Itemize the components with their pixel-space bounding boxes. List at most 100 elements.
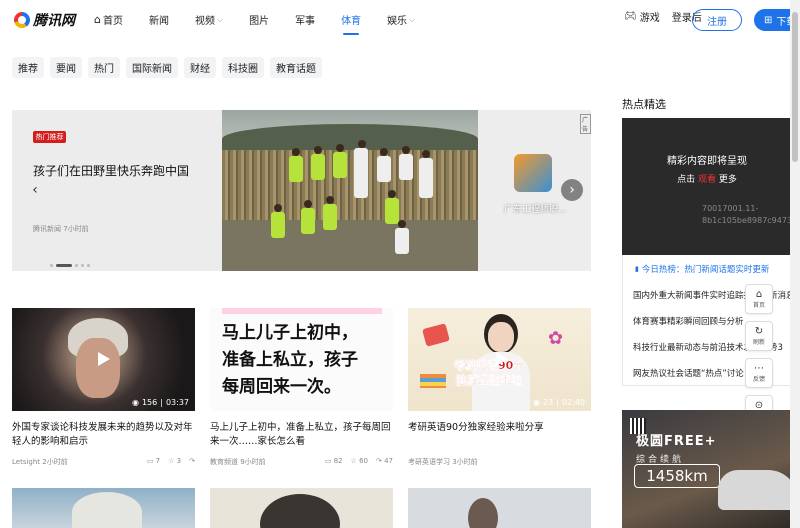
- card-counts: ▭ 7 ☆ 3 ↷: [147, 457, 195, 467]
- float-feedback-button[interactable]: ⋯ 反馈: [745, 358, 773, 388]
- photo-ground: [222, 220, 478, 271]
- card-thumbnail-partial[interactable]: [210, 488, 393, 528]
- stat-divider: |: [556, 398, 559, 407]
- photo-figure: [377, 156, 391, 182]
- nav-label: 图片: [249, 16, 270, 27]
- share-count[interactable]: ↷ 47: [376, 457, 393, 467]
- ad-code: 70017001.11- 8b1c105be8987c947397eda7: [702, 204, 800, 225]
- register-button[interactable]: 注册: [692, 9, 742, 31]
- thumb-face: [76, 338, 120, 398]
- carousel-dot-active[interactable]: [56, 264, 72, 267]
- card-thumbnail[interactable]: ✿ 考研英语90分 独家经验来啦 ◉ 23 | 02:40: [408, 308, 591, 411]
- carousel-dots: [50, 264, 90, 267]
- card-thumbnail[interactable]: ◉ 156 | 03:37: [12, 308, 195, 411]
- card-title[interactable]: 马上儿子上初中，准备上私立，孩子每周回来一次……家长怎么看: [210, 421, 393, 449]
- banner-photo[interactable]: [222, 110, 478, 271]
- nav-video[interactable]: 视频 ⌵: [195, 12, 224, 28]
- hot-list-head[interactable]: ▮ 今日热榜：热门新闻话题实时更新: [631, 263, 769, 275]
- play-icon: [496, 352, 508, 366]
- nav-news[interactable]: 新闻: [149, 12, 169, 27]
- photo-figure: [326, 196, 334, 204]
- car-shape: [718, 470, 792, 510]
- card-source: 考研英语学习 3小时前: [408, 458, 478, 466]
- ad-line1: 精彩内容即将呈现: [667, 156, 747, 167]
- nav-pics[interactable]: 图片: [249, 12, 269, 27]
- tag-item[interactable]: 教育话题: [270, 57, 322, 78]
- header: 腾讯网 ⌂ 首页 新闻 视频 ⌵ 图片 军事 体育 娱乐 ⌵ 🎮︎ 游戏 登录后 注册 …: [0, 0, 800, 40]
- eye-icon: ◉: [533, 398, 541, 407]
- share-icon[interactable]: ↷: [189, 457, 195, 467]
- photo-figure: [304, 200, 312, 208]
- comment-icon: ▭: [324, 457, 334, 465]
- view-count: 23: [543, 398, 554, 407]
- photo-figure: [380, 148, 388, 156]
- banner-next-caption: 广东工程师职...: [504, 205, 567, 215]
- stat-divider: |: [160, 398, 163, 407]
- tag-item[interactable]: 推荐: [12, 57, 44, 78]
- card-thumbnail[interactable]: 马上儿子上初中， 准备上私立，孩子 每周回来一次。: [210, 308, 393, 411]
- next-arrow-icon[interactable]: ›: [561, 179, 583, 201]
- carousel-dot[interactable]: [87, 264, 90, 267]
- photo-figure: [388, 190, 396, 198]
- nav-home[interactable]: ⌂ 首页: [94, 12, 123, 27]
- card-thumbnail-partial[interactable]: [408, 488, 591, 528]
- tool-label: 刷新: [752, 339, 765, 346]
- chevron-down-icon: ⌵: [216, 14, 224, 24]
- photo-figure: [292, 148, 300, 156]
- card-source: Letsight 2小时前: [12, 458, 68, 466]
- comment-value: 82: [333, 457, 343, 465]
- comment-count[interactable]: ▭ 7: [147, 457, 160, 467]
- tag-item[interactable]: 热门: [88, 57, 120, 78]
- sidebar-car-ad[interactable]: 极圆FREE+ 综合续航 1458km: [622, 410, 792, 528]
- card-title[interactable]: 外国专家谈论科技发展未来的趋势以及对年轻人的影响和启示: [12, 421, 195, 449]
- eye-icon: ◉: [131, 398, 139, 407]
- like-count[interactable]: ☆ 60: [351, 457, 368, 467]
- like-count[interactable]: ☆ 3: [168, 457, 181, 467]
- video-duration: 02:40: [561, 398, 585, 407]
- logo[interactable]: 腾讯网: [14, 10, 75, 30]
- card-title[interactable]: 考研英语90分独家经验来啦分享: [408, 421, 591, 449]
- tag-item[interactable]: 国际新闻: [126, 57, 178, 78]
- photo-figure: [301, 208, 315, 234]
- carousel-dot[interactable]: [75, 264, 78, 267]
- game-link[interactable]: 🎮︎ 游戏: [624, 9, 660, 24]
- video-duration: 03:37: [165, 398, 189, 407]
- tag-item[interactable]: 财经: [184, 57, 216, 78]
- news-card[interactable]: ✿ 考研英语90分 独家经验来啦 ◉ 23 | 02:40 考研英语90分独家经验来啦…: [408, 308, 591, 467]
- sidebar-ad[interactable]: 精彩内容即将呈现 点击 观看 更多 70017001.11- 8b1c105be…: [622, 118, 800, 255]
- tag-item[interactable]: 要闻: [50, 57, 82, 78]
- float-refresh-button[interactable]: ↻ 刷新: [745, 321, 773, 351]
- share-value: 47: [384, 457, 393, 465]
- comment-value: 7: [155, 457, 161, 465]
- float-home-button[interactable]: ⌂ 首页: [745, 284, 773, 314]
- banner-title[interactable]: 孩子们在田野里快乐奔跑中国: [33, 162, 213, 179]
- main-nav: ⌂ 首页 新闻 视频 ⌵ 图片 军事 体育 娱乐 ⌵: [94, 12, 441, 35]
- card-counts: ▭ 82 ☆ 60 ↷ 47: [325, 457, 393, 467]
- scrollbar-thumb[interactable]: [792, 12, 798, 162]
- news-card[interactable]: ◉ 156 | 03:37 外国专家谈论科技发展未来的趋势以及对年轻人的影响和启示 L…: [12, 308, 195, 467]
- gamepad-icon: 🎮︎: [624, 11, 637, 22]
- tag-item[interactable]: 科技圈: [222, 57, 264, 78]
- carousel-dot[interactable]: [81, 264, 84, 267]
- banner-next-thumb: [514, 154, 552, 192]
- video-stats: ◉ 156 | 03:37: [132, 398, 189, 407]
- news-card[interactable]: 马上儿子上初中， 准备上私立，孩子 每周回来一次。 马上儿子上初中，准备上私立，…: [210, 308, 393, 467]
- photo-figure: [358, 140, 366, 148]
- banner-badge: 热门推荐: [33, 131, 66, 143]
- nav-military[interactable]: 军事: [295, 12, 315, 27]
- comment-icon: ▭: [146, 457, 156, 465]
- nav-sports[interactable]: 体育: [341, 12, 362, 35]
- card-thumbnail-partial[interactable]: [12, 488, 195, 528]
- prev-arrow-icon[interactable]: ‹: [24, 179, 46, 201]
- nav-ent[interactable]: 娱乐 ⌵: [387, 12, 415, 28]
- message-icon: ⋯: [754, 363, 764, 374]
- comment-count[interactable]: ▭ 82: [325, 457, 343, 467]
- thumb-text: 考研英语90分 独家经验来啦: [454, 358, 525, 388]
- video-stats: ◉ 23 | 02:40: [533, 398, 585, 407]
- photo-figure: [314, 146, 322, 154]
- thumb-highlight: [222, 308, 382, 314]
- carousel-dot[interactable]: [50, 264, 53, 267]
- nav-label: 体育: [341, 16, 362, 27]
- thumb-text-line: 独家经验来啦: [456, 374, 523, 387]
- banner-carousel[interactable]: 热门推荐 孩子们在田野里快乐奔跑中国 腾讯新闻 7小时前 广东工程师职... 广…: [12, 110, 591, 271]
